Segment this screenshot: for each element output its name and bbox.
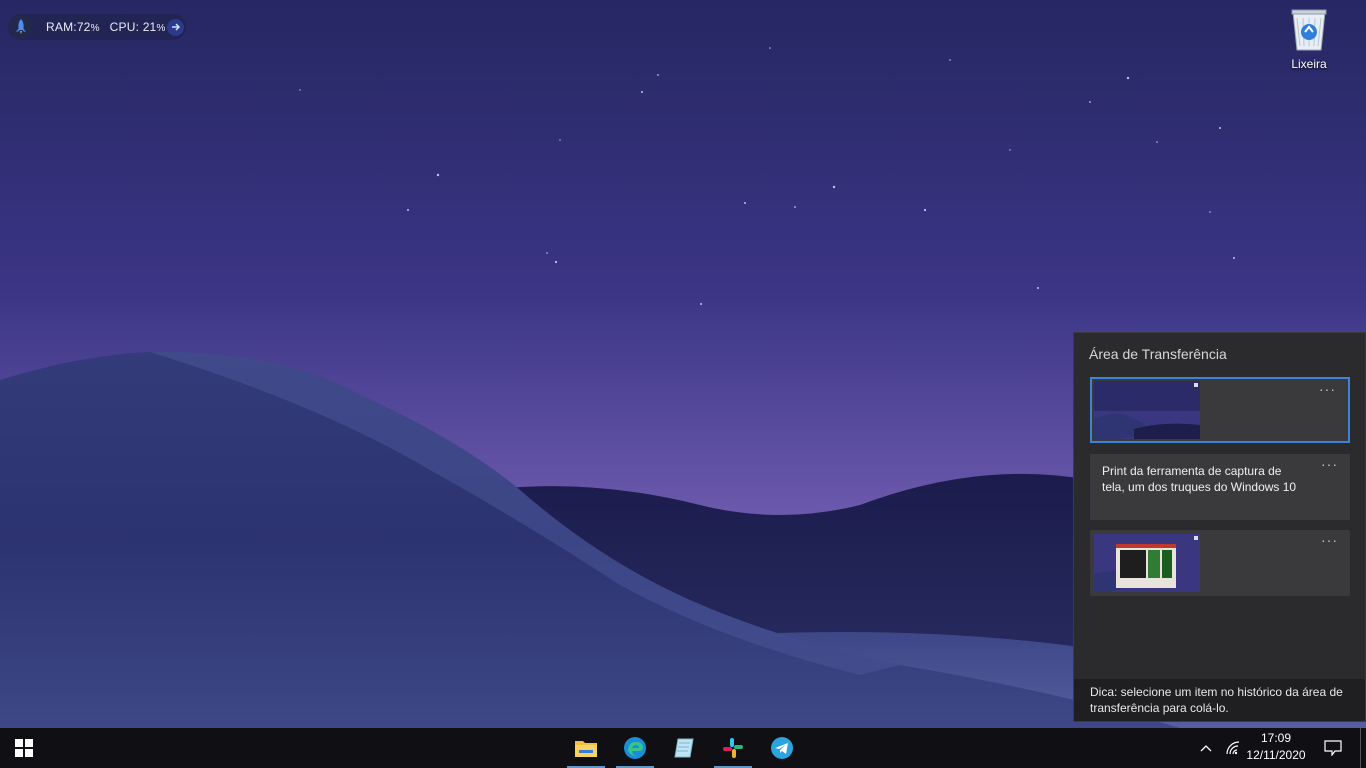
screenshot-thumbnail (1094, 381, 1200, 439)
more-options-icon[interactable]: ··· (1321, 532, 1338, 548)
start-button[interactable] (0, 728, 48, 768)
system-monitor-widget[interactable]: RAM:72% CPU: 21% (8, 14, 186, 40)
telegram-icon (771, 737, 793, 759)
network-button[interactable] (1222, 728, 1244, 768)
clipboard-item-text[interactable]: Print da ferramenta de captura de tela, … (1090, 454, 1350, 520)
rocket-icon[interactable] (9, 15, 33, 39)
arrow-right-icon[interactable] (167, 18, 184, 36)
taskbar-app-file-explorer[interactable] (566, 728, 606, 768)
ram-usage: RAM:72% (46, 20, 100, 34)
notepad-icon (674, 738, 694, 758)
slack-icon (723, 738, 743, 758)
taskbar-app-telegram[interactable] (762, 728, 802, 768)
taskbar: 17:09 12/11/2020 (0, 728, 1366, 768)
windows-logo-icon (15, 739, 33, 757)
edge-icon (624, 737, 646, 759)
wifi-icon (1226, 741, 1240, 755)
clock[interactable]: 17:09 12/11/2020 (1244, 730, 1308, 764)
recycle-bin[interactable]: Lixeira (1282, 6, 1336, 71)
clipboard-item-image-2[interactable]: ··· (1090, 530, 1350, 596)
taskbar-app-edge[interactable] (615, 728, 655, 768)
more-options-icon[interactable]: ··· (1319, 381, 1336, 397)
clipboard-tip: Dica: selecione um item no histórico da … (1074, 679, 1365, 721)
screenshot-thumbnail (1094, 534, 1200, 592)
show-hidden-icons-button[interactable] (1196, 728, 1216, 768)
clipboard-history-panel[interactable]: Área de Transferência ··· Print da ferra… (1073, 332, 1366, 722)
recycle-bin-label: Lixeira (1291, 57, 1327, 71)
action-center-button[interactable] (1318, 728, 1348, 768)
action-center-icon (1324, 740, 1342, 756)
clipboard-title: Área de Transferência (1089, 346, 1227, 362)
taskbar-app-slack[interactable] (713, 728, 753, 768)
chevron-up-icon (1200, 745, 1212, 752)
clipboard-item-text-content: Print da ferramenta de captura de tela, … (1102, 464, 1297, 494)
recycle-bin-icon (1291, 9, 1327, 51)
show-desktop-button[interactable] (1360, 728, 1366, 768)
clock-date: 12/11/2020 (1246, 748, 1306, 762)
clock-time: 17:09 (1260, 731, 1292, 745)
more-options-icon[interactable]: ··· (1321, 456, 1338, 472)
clipboard-item-image-1[interactable]: ··· (1090, 377, 1350, 443)
taskbar-app-notepad[interactable] (664, 728, 704, 768)
cpu-usage: CPU: 21% (109, 20, 166, 34)
folder-icon (575, 741, 597, 757)
